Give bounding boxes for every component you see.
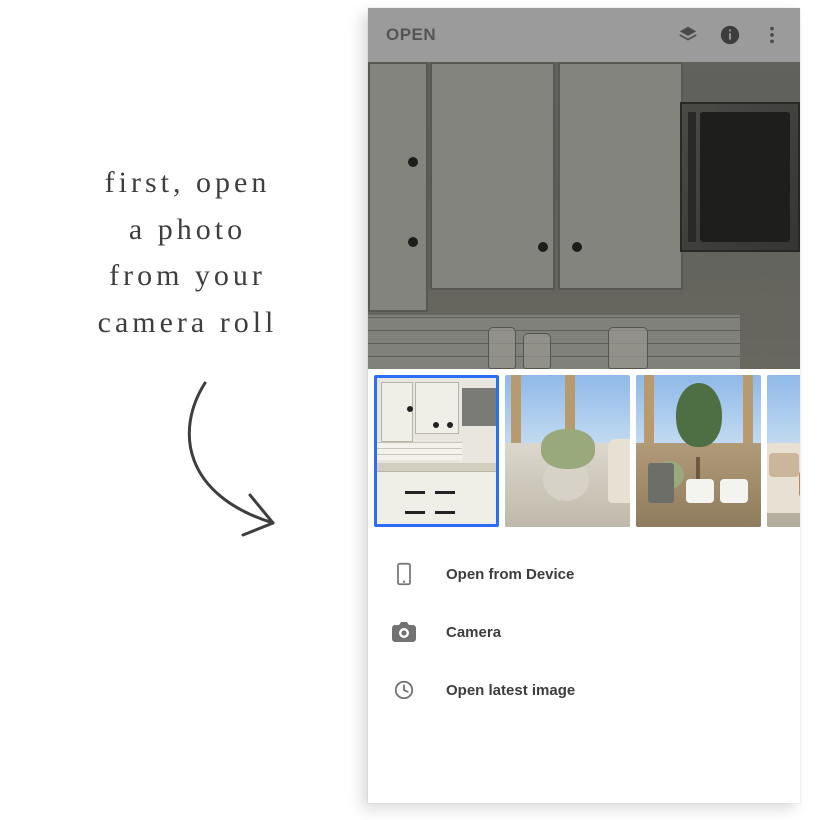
option-label: Open from Device	[446, 566, 574, 583]
instruction-caption: first, open a photo from your camera rol…	[70, 160, 305, 346]
device-icon	[392, 562, 416, 586]
info-icon[interactable]	[716, 21, 744, 49]
camera-icon	[392, 620, 416, 644]
option-label: Open latest image	[446, 682, 575, 699]
camera-option[interactable]: Camera	[368, 603, 800, 661]
open-options-list: Open from Device Camera Open latest imag…	[368, 533, 800, 719]
toolbar: OPEN	[368, 8, 800, 62]
more-vert-icon[interactable]	[758, 21, 786, 49]
open-latest-option[interactable]: Open latest image	[368, 661, 800, 719]
clock-icon	[392, 678, 416, 702]
caption-line: from your	[70, 253, 305, 300]
main-preview[interactable]	[368, 62, 800, 369]
thumbnail[interactable]	[636, 375, 761, 527]
thumbnail-strip	[368, 369, 800, 533]
thumbnail[interactable]	[505, 375, 630, 527]
undo-layers-icon[interactable]	[674, 21, 702, 49]
open-from-device-option[interactable]: Open from Device	[368, 545, 800, 603]
caption-line: camera roll	[70, 300, 305, 347]
page-title: OPEN	[386, 25, 660, 45]
option-label: Camera	[446, 624, 501, 641]
caption-line: a photo	[70, 207, 305, 254]
caption-line: first, open	[70, 160, 305, 207]
thumbnail[interactable]	[374, 375, 499, 527]
arrow-icon	[155, 375, 315, 555]
thumbnail[interactable]	[767, 375, 800, 527]
app-screenshot: OPEN	[368, 8, 800, 803]
